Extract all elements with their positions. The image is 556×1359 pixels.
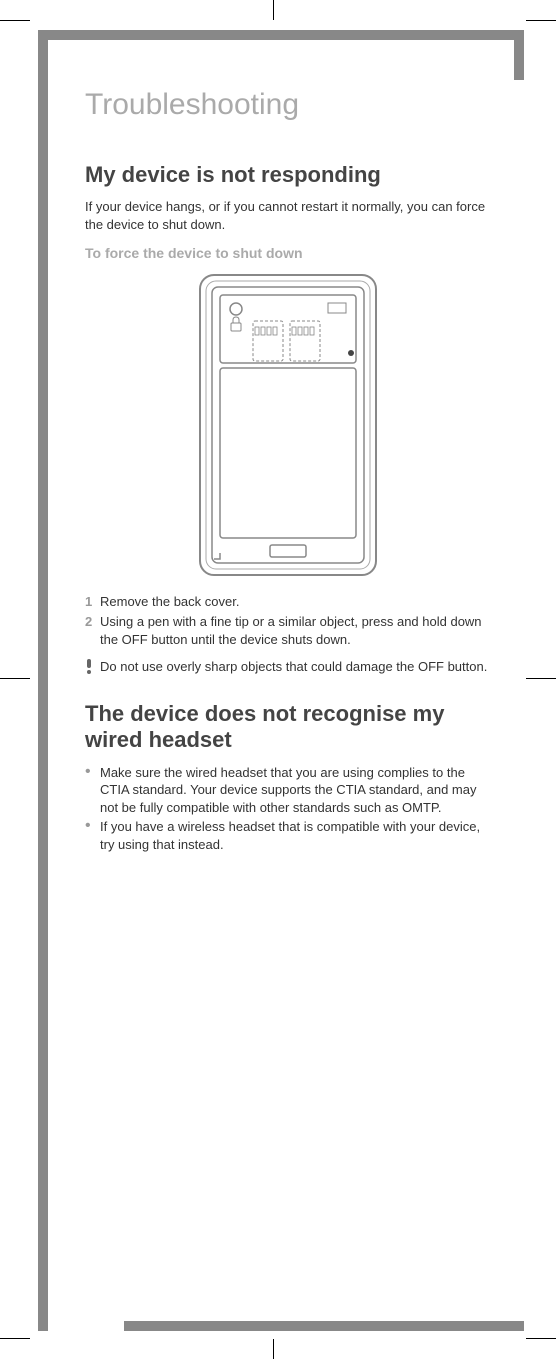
bullet-dot-icon: • (85, 764, 100, 817)
step-item: 2 Using a pen with a fine tip or a simil… (85, 613, 491, 648)
page-frame (38, 30, 524, 40)
page-frame (514, 30, 524, 80)
crop-mark (273, 0, 274, 20)
page-frame (124, 1321, 524, 1331)
step-text: Using a pen with a fine tip or a similar… (100, 613, 491, 648)
page-content: Troubleshooting My device is not respond… (85, 88, 491, 856)
warning-icon (85, 658, 100, 679)
bullet-item: • If you have a wireless headset that is… (85, 818, 491, 853)
page-title: Troubleshooting (85, 88, 491, 122)
crop-mark (273, 1339, 274, 1359)
crop-mark (0, 1338, 30, 1339)
warning-text: Do not use overly sharp objects that cou… (100, 658, 487, 679)
step-item: 1 Remove the back cover. (85, 593, 491, 611)
section-heading-2: The device does not recognise my wired h… (85, 701, 491, 754)
crop-mark (0, 20, 30, 21)
section-heading-1: My device is not responding (85, 162, 491, 188)
crop-mark (526, 678, 556, 679)
bullet-dot-icon: • (85, 818, 100, 853)
step-number: 2 (85, 613, 100, 648)
page-frame (38, 30, 48, 1331)
section-subheading-1: To force the device to shut down (85, 245, 491, 261)
crop-mark (0, 678, 30, 679)
step-text: Remove the back cover. (100, 593, 239, 611)
crop-mark (526, 20, 556, 21)
step-number: 1 (85, 593, 100, 611)
warning-note: Do not use overly sharp objects that cou… (85, 658, 491, 679)
section-intro-1: If your device hangs, or if you cannot r… (85, 198, 491, 233)
bullet-text: If you have a wireless headset that is c… (100, 818, 491, 853)
bullet-text: Make sure the wired headset that you are… (100, 764, 491, 817)
bullet-list: • Make sure the wired headset that you a… (85, 764, 491, 854)
bullet-item: • Make sure the wired headset that you a… (85, 764, 491, 817)
crop-mark (526, 1338, 556, 1339)
steps-list: 1 Remove the back cover. 2 Using a pen w… (85, 593, 491, 648)
device-back-diagram (198, 273, 378, 578)
